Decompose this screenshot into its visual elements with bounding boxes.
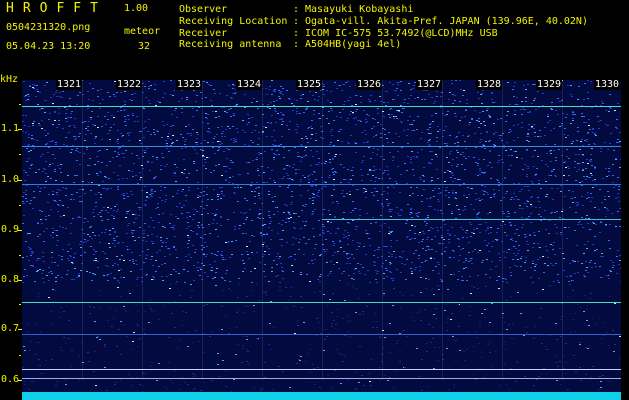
y-tick-label: 0.7	[1, 323, 20, 334]
minute-gridline	[262, 80, 263, 380]
low-frequency-band	[22, 392, 621, 400]
info-label: Observer	[179, 4, 228, 15]
carrier-line	[22, 369, 621, 370]
info-row-receiver: Receiver: ICOM IC-575 53.7492(@LCD)MHz US…	[179, 28, 588, 40]
info-separator: :	[293, 39, 300, 51]
minute-gridline	[322, 80, 323, 380]
x-tick-label: 1329	[536, 80, 563, 90]
info-separator: :	[293, 27, 300, 39]
x-tick-label: 1326	[356, 80, 383, 90]
minute-gridline	[142, 80, 143, 380]
info-label: Receiving antenna	[179, 39, 282, 51]
y-tick-label: 1.0	[1, 174, 20, 185]
capture-datetime: 05.04.23 13:20	[6, 41, 91, 52]
x-tick-label: 1323	[176, 80, 203, 90]
y-minor-tick	[19, 255, 21, 256]
app-title: HROFFT	[6, 1, 107, 16]
minute-gridline	[82, 80, 83, 380]
x-tick-label: 1321	[56, 80, 83, 90]
app-version: 1.00	[124, 3, 149, 14]
y-minor-tick	[19, 205, 21, 206]
x-tick-label: 1324	[236, 80, 263, 90]
y-tick-label: 0.9	[1, 224, 20, 235]
carrier-line	[322, 219, 621, 220]
y-minor-tick	[19, 104, 21, 105]
info-value: Ogata-vill. Akita-Pref. JAPAN (139.96E, …	[305, 15, 588, 27]
info-row-observer: Observer: Masayuki Kobayashi	[179, 4, 588, 16]
info-label: Receiver	[179, 27, 228, 39]
y-minor-tick	[19, 304, 21, 305]
info-value: ICOM IC-575 53.7492(@LCD)MHz USB	[305, 27, 498, 39]
y-tick-label: 1.1	[1, 123, 20, 134]
y-tick-label: 0.6	[1, 374, 20, 385]
x-tick-label: 1327	[416, 80, 443, 90]
minute-gridline	[202, 80, 203, 380]
spectrogram-plot: 1321 1322 1323 1324 1325 1326 1327 1328 …	[22, 80, 621, 400]
minute-gridline	[502, 80, 503, 380]
minute-gridline	[382, 80, 383, 380]
x-tick-label: 1330	[594, 80, 621, 90]
info-value: Masayuki Kobayashi	[305, 4, 414, 15]
carrier-line	[22, 334, 621, 335]
carrier-line	[22, 106, 621, 107]
info-row-antenna: Receiving antenna: A504HB(yagi 4el)	[179, 39, 588, 51]
info-row-location: Receiving Location: Ogata-vill. Akita-Pre…	[179, 16, 588, 28]
carrier-line	[22, 184, 621, 185]
meteor-count: 32	[138, 41, 151, 52]
info-separator: :	[293, 15, 300, 27]
carrier-line	[22, 378, 621, 379]
x-tick-label: 1325	[296, 80, 323, 90]
info-label: Receiving Location	[179, 15, 288, 27]
y-minor-tick	[19, 355, 21, 356]
y-tick-label: 0.8	[1, 274, 20, 285]
y-axis-unit: kHz	[0, 74, 19, 85]
minute-gridline	[562, 80, 563, 380]
station-info: Observer: Masayuki Kobayashi Receiving Lo…	[179, 4, 588, 51]
x-tick-label: 1322	[116, 80, 143, 90]
carrier-line	[22, 302, 621, 303]
info-separator: :	[293, 4, 300, 15]
carrier-line	[22, 146, 621, 147]
info-value: A504HB(yagi 4el)	[305, 39, 402, 51]
x-tick-label: 1328	[476, 80, 503, 90]
meteor-label: meteor	[124, 26, 161, 37]
minute-gridline	[442, 80, 443, 380]
image-filename: 0504231320.png	[6, 22, 91, 33]
y-minor-tick	[19, 154, 21, 155]
